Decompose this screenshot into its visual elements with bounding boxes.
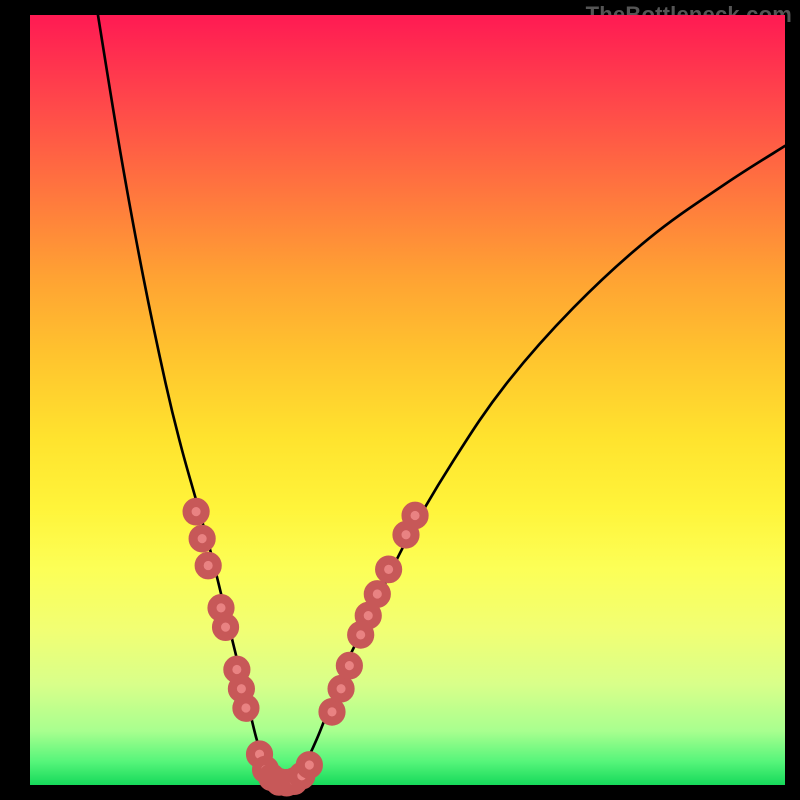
data-dot: [250, 745, 268, 763]
data-dot: [323, 703, 341, 721]
data-dot: [278, 773, 296, 791]
data-dot: [368, 585, 386, 603]
right-curve: [279, 146, 785, 786]
data-dot: [212, 599, 230, 617]
data-dot: [359, 606, 377, 624]
data-dot: [228, 660, 246, 678]
data-dot: [187, 502, 205, 520]
data-dot: [193, 529, 211, 547]
data-dot: [285, 772, 303, 790]
data-dot: [332, 680, 350, 698]
data-dot: [237, 699, 255, 717]
data-dot: [397, 526, 415, 544]
data-dot: [270, 773, 288, 791]
data-dot: [199, 556, 217, 574]
data-dot: [380, 560, 398, 578]
scatter-dots: [187, 502, 424, 792]
data-dot: [340, 656, 358, 674]
plot-area: [30, 15, 785, 785]
data-dot: [352, 626, 370, 644]
left-curve: [98, 15, 272, 777]
data-dot: [300, 756, 318, 774]
data-dot: [232, 680, 250, 698]
data-dot: [406, 506, 424, 524]
chart-stage: TheBottleneck.com: [0, 0, 800, 800]
data-dot: [216, 618, 234, 636]
data-dot: [263, 768, 281, 786]
curve-svg: [30, 15, 785, 785]
data-dot: [257, 760, 275, 778]
data-dot: [293, 767, 311, 785]
